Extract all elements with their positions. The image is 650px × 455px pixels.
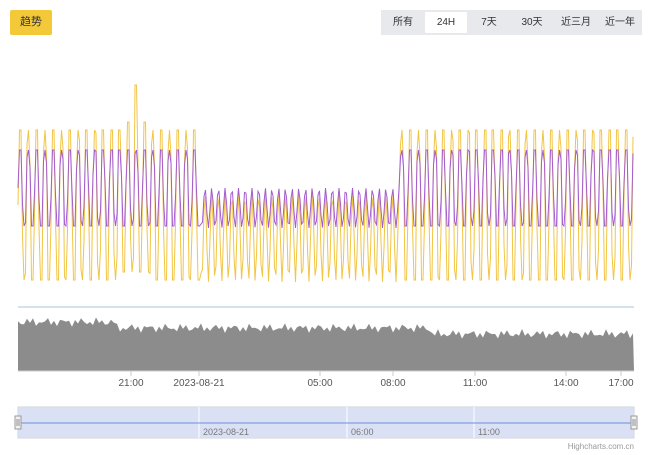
x-tick-label: 11:00	[463, 378, 488, 389]
navigator-left-handle[interactable]	[14, 415, 22, 430]
navigator-tick-label: 2023-08-21	[203, 427, 249, 437]
main-plot	[17, 84, 634, 283]
credits-link[interactable]: Highcharts.com.cn	[568, 442, 634, 451]
x-tick-label: 14:00	[553, 378, 578, 389]
x-tick-label: 21:00	[118, 378, 143, 389]
volume-area	[18, 317, 634, 371]
navigator-right-handle[interactable]	[630, 415, 638, 430]
stock-chart: 21:00 2023-08-21 05:00 08:00 11:00 14:00…	[14, 84, 638, 451]
x-tick-label: 08:00	[380, 378, 405, 389]
navigator[interactable]: 2023-08-21 06:00 11:00	[14, 406, 638, 439]
x-tick-label: 17:00	[608, 378, 633, 389]
navigator-tick-label: 11:00	[478, 427, 500, 437]
navigator-tick-label: 06:00	[351, 427, 374, 437]
x-tick-label: 05:00	[307, 378, 332, 389]
x-tick-label: 2023-08-21	[173, 378, 225, 389]
x-axis-ticks	[130, 371, 622, 376]
